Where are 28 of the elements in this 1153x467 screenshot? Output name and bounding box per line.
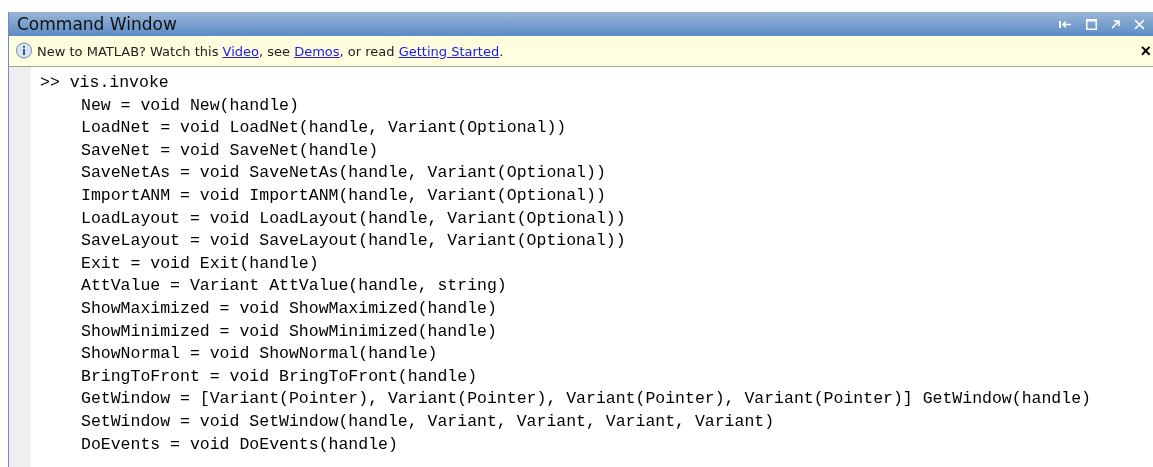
output-line: SetWindow = void SetWindow(handle, Variant, Variant, Variant, Variant)	[80, 410, 776, 433]
maximize-icon[interactable]	[1086, 18, 1097, 30]
close-icon[interactable]	[1134, 18, 1145, 30]
close-button[interactable]: ×	[1140, 42, 1153, 60]
dock-icon[interactable]	[1059, 19, 1072, 29]
output-line: DoEvents = void DoEvents(handle)	[80, 433, 399, 456]
output-line: ShowNormal = void ShowNormal(handle)	[80, 343, 439, 366]
output-line: BringToFront = void BringToFront(handle)	[80, 365, 479, 388]
info-link[interactable]: Demos	[294, 43, 340, 59]
output-line: AttValue = Variant AttValue(handle, string)	[80, 275, 508, 298]
output-line: SaveLayout = void SaveLayout(handle, Variant(Optional))	[80, 230, 627, 253]
output-line: LoadNet = void LoadNet(handle, Variant(Optional))	[80, 117, 568, 140]
output-line: ShowMaximized = void ShowMaximized(handle)	[80, 297, 498, 320]
info-link[interactable]: Getting Started	[398, 43, 500, 59]
output-line: SaveNetAs = void SaveNetAs(handle, Variant(Optional))	[80, 162, 607, 185]
undock-arrow-icon[interactable]	[1111, 19, 1120, 29]
info-message: New to MATLAB? Watch this Video, see Demos, or read Getting Started.	[37, 43, 505, 59]
info-icon	[15, 42, 33, 60]
output-line: SaveNet = void SaveNet(handle)	[80, 139, 380, 162]
output-line: LoadLayout = void LoadLayout(handle, Variant(Optional))	[80, 207, 627, 230]
output-line: GetWindow = [Variant(Pointer), Variant(Pointer), Variant(Pointer), Variant(Pointer)] GetWindow(handle)	[80, 388, 1091, 411]
output-line: ShowMinimized = void ShowMinimized(handle)	[80, 320, 498, 343]
info-link[interactable]: Video	[222, 43, 259, 59]
output-line: New = void New(handle)	[80, 94, 300, 117]
window-title: Command Window	[17, 14, 177, 34]
output-line: ImportANM = void ImportANM(handle, Variant(Optional))	[80, 184, 607, 207]
output-line: Exit = void Exit(handle)	[80, 252, 320, 275]
command-prompt-line: >> vis.invoke	[40, 72, 170, 94]
